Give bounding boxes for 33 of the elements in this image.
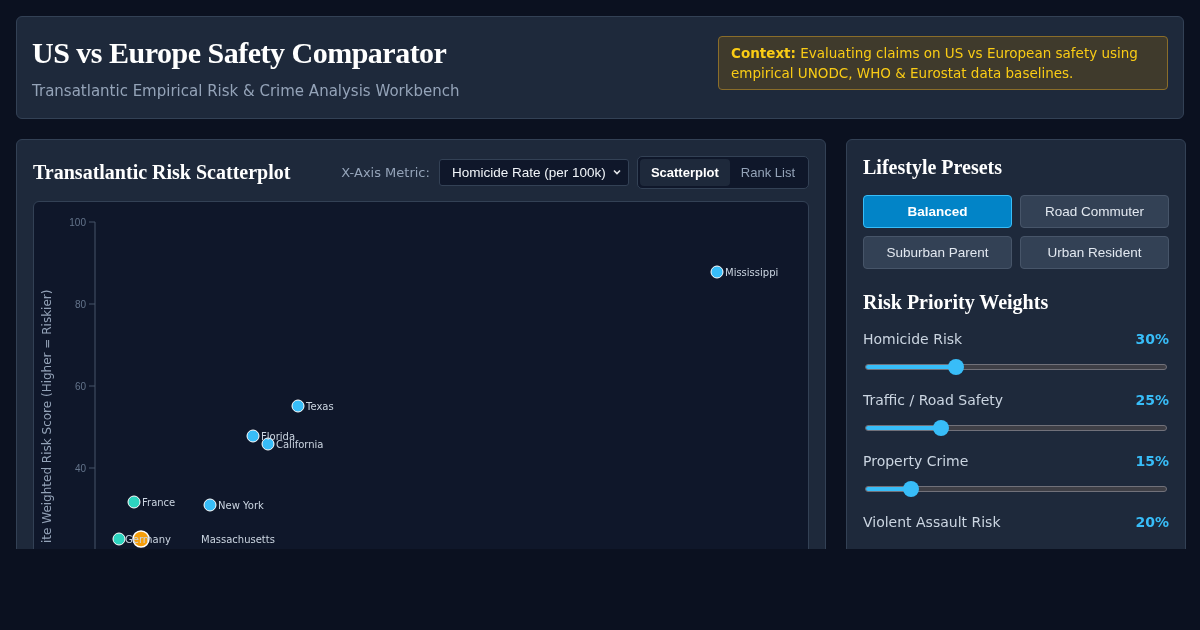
preset-button[interactable]: Road Commuter xyxy=(1020,195,1169,228)
view-tab[interactable]: Scatterplot xyxy=(639,158,730,186)
app-subtitle: Transatlantic Empirical Risk & Crime Analysis Workbench xyxy=(32,81,460,100)
weight-label: Homicide Risk xyxy=(863,331,963,347)
point-label: Massachusetts xyxy=(201,533,275,545)
weight-value: 25% xyxy=(1135,392,1169,408)
tick-label: 40 xyxy=(74,462,86,474)
weight-value: 15% xyxy=(1135,453,1169,469)
point-label: Mississippi xyxy=(725,266,779,278)
app-title: US vs Europe Safety Comparator xyxy=(32,35,448,70)
axis-title: ite Weighted Risk Score (Higher = Riskier) xyxy=(40,289,54,543)
metric-label: X-Axis Metric: xyxy=(341,164,430,180)
tick-label: 60 xyxy=(74,380,86,392)
metric-dropdown[interactable]: Homicide Rate (per 100k) xyxy=(438,158,629,186)
weight-label: Traffic / Road Safety xyxy=(863,392,1004,408)
point-label: New York xyxy=(218,499,264,511)
preset-button[interactable]: Suburban Parent xyxy=(863,236,1012,269)
weight-label: Violent Assault Risk xyxy=(863,514,1001,530)
tick-label: 100 xyxy=(69,216,86,228)
point-label: France xyxy=(142,496,176,508)
point-label: Texas xyxy=(306,400,334,412)
panel-title: Lifestyle Presets xyxy=(863,156,1004,179)
preset-button[interactable]: Urban Resident xyxy=(1020,236,1169,269)
weight-label: Property Crime xyxy=(863,453,969,469)
preset-button[interactable]: Balanced xyxy=(863,195,1012,228)
context-note: Context: Evaluating claims on US vs European safety using empirical UNODC, WHO & Eurostat data baselines. xyxy=(718,35,1168,90)
weight-value: 20% xyxy=(1135,514,1169,530)
panel-title: Transatlantic Risk Scatterplot xyxy=(33,160,291,184)
caret-icon xyxy=(611,167,622,177)
view-tab[interactable]: Rank List xyxy=(729,158,806,186)
panel-title: Risk Priority Weights xyxy=(863,291,1050,314)
tick-label: 80 xyxy=(74,298,86,310)
weight-value: 30% xyxy=(1135,331,1169,347)
